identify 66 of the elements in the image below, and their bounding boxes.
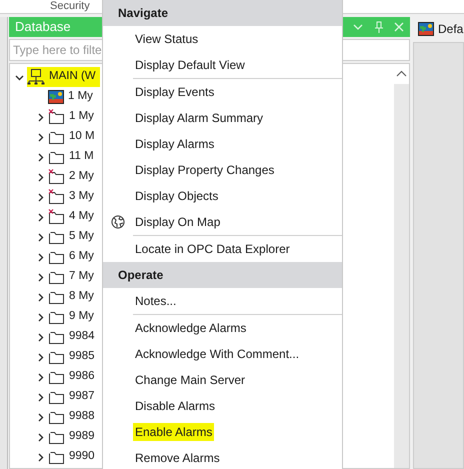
menu-item[interactable]: Acknowledge Alarms [133, 319, 248, 337]
menu-item[interactable]: Display Events [133, 83, 216, 101]
menu-section-header: Navigate [103, 0, 342, 26]
tree-item[interactable]: 1 My [48, 107, 98, 127]
tree-item[interactable]: 1 My [48, 87, 97, 107]
network-computer-icon [27, 69, 45, 85]
chevron-right-icon[interactable] [36, 192, 45, 202]
tree-item[interactable]: 9988 [48, 407, 99, 427]
tree-item[interactable]: 9984 [48, 327, 99, 347]
tree-item[interactable]: 4 My [48, 207, 98, 227]
picture-icon [418, 22, 434, 36]
menu-item[interactable]: Remove Alarms [133, 449, 222, 467]
menu-item[interactable]: Display Alarm Summary [133, 109, 266, 127]
picture-icon [48, 90, 64, 104]
chevron-right-icon[interactable] [36, 172, 45, 182]
tree-item[interactable]: 9985 [48, 347, 99, 367]
tree-item[interactable]: 9986 [48, 367, 99, 387]
tree-item[interactable]: 7 My [48, 267, 98, 287]
tree-item[interactable]: 9987 [48, 387, 99, 407]
view-tab[interactable]: Defa [413, 19, 464, 39]
chevron-right-icon[interactable] [36, 112, 45, 122]
menu-item[interactable]: View Status [133, 30, 200, 48]
chevron-right-icon[interactable] [36, 232, 45, 242]
chevron-right-icon[interactable] [36, 452, 45, 462]
menu-item[interactable]: Display Default View [133, 56, 247, 74]
chevron-right-icon[interactable] [36, 372, 45, 382]
tree-item[interactable]: 9990 [48, 447, 99, 467]
column-header: Security [50, 0, 90, 13]
scrollbar[interactable] [394, 64, 409, 468]
tree-item[interactable]: 5 My [48, 227, 98, 247]
tree-item[interactable]: 11 M [48, 147, 98, 167]
chevron-right-icon[interactable] [36, 352, 45, 362]
chevron-right-icon[interactable] [36, 132, 45, 142]
menu-item[interactable]: Display Objects [133, 187, 220, 205]
menu-section-header: Operate [103, 262, 342, 288]
chevron-right-icon[interactable] [36, 212, 45, 222]
tree-item[interactable]: 9989 [48, 427, 99, 447]
menu-item[interactable]: Locate in OPC Data Explorer [133, 240, 292, 258]
tree-item[interactable]: MAIN (W [27, 67, 100, 87]
scroll-up-icon[interactable] [394, 64, 409, 84]
chevron-right-icon[interactable] [36, 392, 45, 402]
tree-item[interactable]: 3 My [48, 187, 98, 207]
tree-item[interactable]: 10 M [48, 127, 99, 147]
tree-item[interactable]: 9 My [48, 307, 98, 327]
chevron-down-icon[interactable] [15, 72, 24, 82]
chevron-right-icon[interactable] [36, 152, 45, 162]
menu-item[interactable]: Change Main Server [133, 371, 248, 389]
menu-item[interactable]: Display Property Changes [133, 161, 276, 179]
panel-title: Database [15, 18, 71, 36]
chevron-right-icon[interactable] [36, 412, 45, 422]
chevron-right-icon[interactable] [36, 292, 45, 302]
chevron-right-icon[interactable] [36, 272, 45, 282]
tree-item[interactable]: 8 My [48, 287, 98, 307]
menu-item[interactable]: Display Alarms [133, 135, 216, 153]
chevron-right-icon[interactable] [36, 312, 45, 322]
tree-item[interactable]: 2 My [48, 167, 98, 187]
menu-item[interactable]: Enable Alarms [133, 423, 214, 441]
menu-item[interactable]: Notes... [133, 292, 178, 310]
chevron-right-icon[interactable] [36, 252, 45, 262]
menu-item[interactable]: Disable Alarms [133, 397, 218, 415]
tree-item[interactable]: 6 My [48, 247, 98, 267]
chevron-right-icon[interactable] [36, 332, 45, 342]
menu-item[interactable]: Acknowledge With Comment... [133, 345, 302, 363]
globe-icon [111, 215, 125, 229]
menu-item[interactable]: Display On Map [133, 213, 222, 231]
chevron-right-icon[interactable] [36, 432, 45, 442]
